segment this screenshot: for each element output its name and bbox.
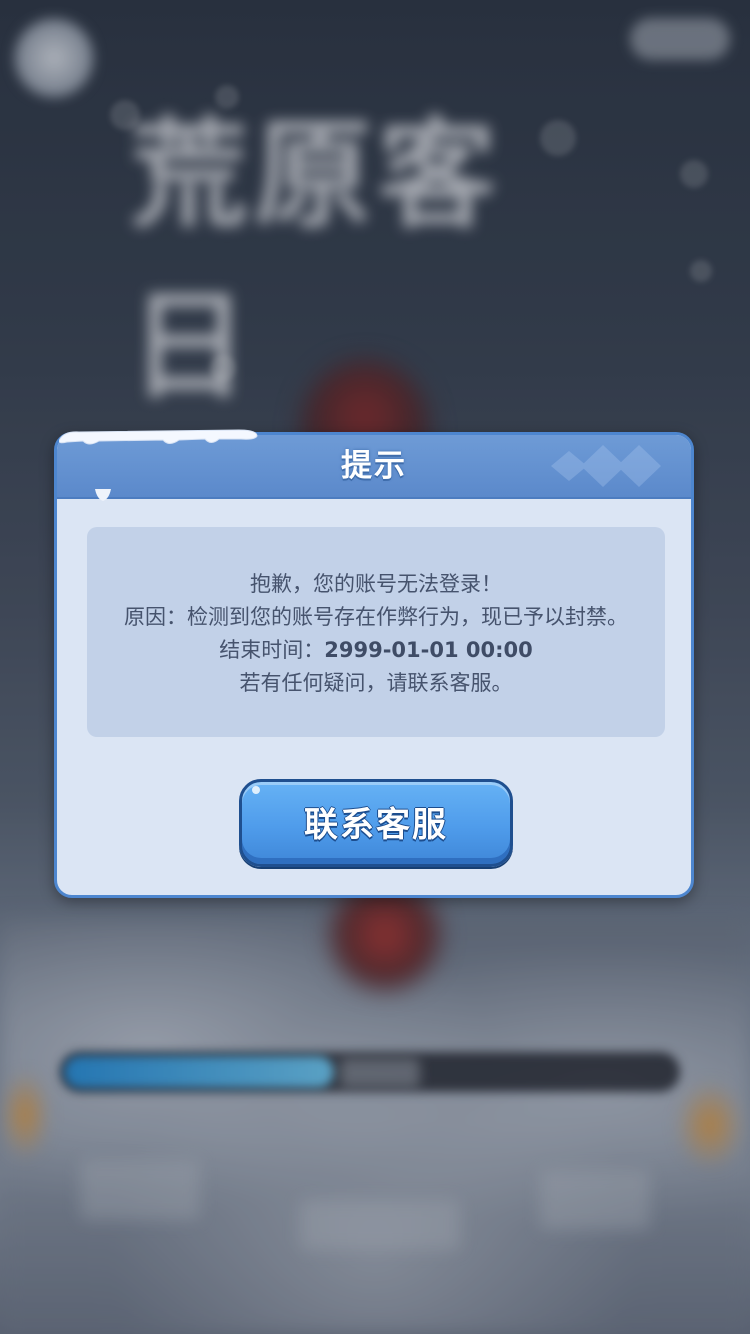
- ban-notice-dialog: 提示 抱歉，您的账号无法登录！ 原因：检测到您的账号存在作弊行为，现已予以封禁。…: [54, 429, 694, 898]
- message-box: 抱歉，您的账号无法登录！ 原因：检测到您的账号存在作弊行为，现已予以封禁。 结束…: [87, 527, 665, 737]
- message-line-apology: 抱歉，您的账号无法登录！: [250, 572, 502, 596]
- message-line-end-time: 结束时间：2999-01-01 00:00: [219, 634, 532, 667]
- game-screen: 荒原客日 提示 抱歉，您的账号无法登录！ 原因：检测到您的账号存在作弊行为，现已…: [0, 0, 750, 1334]
- contact-support-button-label: 联系客服: [304, 804, 448, 845]
- snow-drip-decoration: [95, 489, 111, 501]
- end-time-label: 结束时间：: [219, 638, 325, 662]
- message-line-contact: 若有任何疑问，请联系客服。: [239, 671, 513, 695]
- end-time-value: 2999-01-01 00:00: [324, 638, 533, 662]
- message-line-reason: 原因：检测到您的账号存在作弊行为，现已予以封禁。: [124, 605, 628, 629]
- snow-cap-decoration: [59, 429, 258, 445]
- button-gloss: [252, 786, 260, 794]
- contact-support-button[interactable]: 联系客服: [239, 779, 513, 867]
